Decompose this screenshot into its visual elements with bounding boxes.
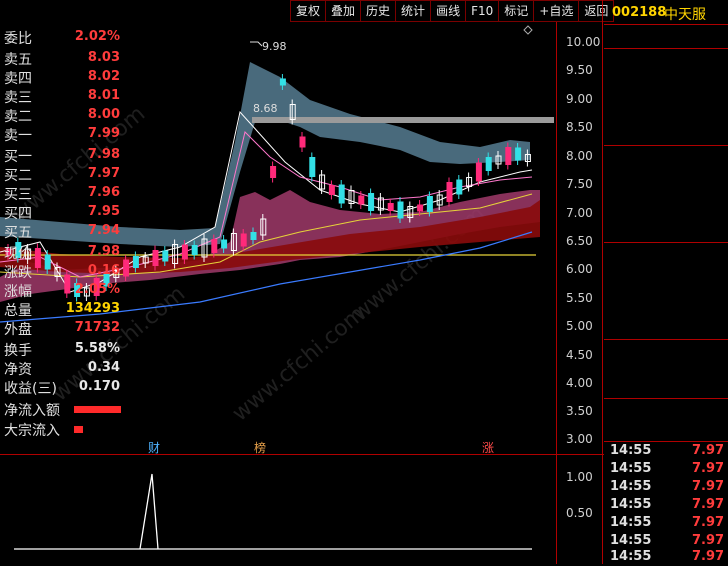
candle-body [328,185,335,195]
indicator-chart[interactable] [0,456,556,564]
right-panel-border [602,0,603,564]
indicator-axis-1: 1.00 [566,470,593,484]
event-marker-limit-up[interactable]: 涨 [482,439,494,456]
outer-volume: 71732 [74,320,120,335]
toolbar-overlay-button[interactable]: 叠加 [325,0,362,22]
candle-body [397,201,404,219]
candle-body [475,162,482,182]
block-inflow-bar [74,426,83,433]
candle-body [279,78,286,86]
event-marker-finance[interactable]: 财 [148,439,160,456]
candle-body [446,182,453,202]
ask-row[interactable]: 卖二 8.00 [0,106,124,125]
candle-body [309,157,316,177]
tick-row: 14:55 7.97 [610,549,725,564]
chart-toolbar: 复权 叠加 历史 统计 画线 F10 标记 +自选 返回 [290,0,615,22]
bid-row[interactable]: 买五 7.94 [0,222,124,241]
total-volume: 134293 [65,301,120,316]
candle-body [191,245,198,255]
stock-name: 中天服 [664,7,706,23]
candle-body [270,166,277,178]
toolbar-add-watchlist-button[interactable]: +自选 [533,0,580,22]
ask-row[interactable]: 卖四 8.02 [0,68,124,87]
candle-body [505,147,512,165]
toolbar-draw-line-button[interactable]: 画线 [430,0,467,22]
candle-body [426,196,433,212]
ask-row[interactable]: 卖三 8.01 [0,87,124,106]
ask-row[interactable]: 卖一 7.99 [0,125,124,144]
change-percent: 2.05% [74,282,120,297]
tick-row: 14:55 7.97 [610,479,725,494]
toolbar-history-button[interactable]: 历史 [360,0,397,22]
candle-body [211,239,218,253]
resistance-line [252,117,554,123]
level-annotation: 8.68 [253,102,278,115]
candle-body [152,250,159,266]
stock-code: 002188 [612,5,667,20]
bid-row[interactable]: 买一 7.98 [0,146,124,165]
diamond-icon[interactable] [523,25,533,35]
price-change: 0.16 [87,263,120,278]
candle-body [162,250,169,262]
net-inflow-label: 净流入额 [4,403,60,419]
net-inflow-bar [74,406,121,413]
candle-body [456,179,463,195]
tick-row: 14:55 7.97 [610,443,725,458]
indicator-axis-05: 0.50 [566,506,593,520]
bid-row[interactable]: 买二 7.97 [0,165,124,184]
toolbar-statistics-button[interactable]: 统计 [395,0,432,22]
event-marker-list[interactable]: 榜 [254,439,266,456]
candle-body [485,157,492,171]
candle-body [123,259,130,277]
toolbar-f10-button[interactable]: F10 [465,0,500,22]
toolbar-restore-rights-button[interactable]: 复权 [290,0,327,22]
candle-body [358,195,365,205]
candle-body [181,244,188,260]
tick-row: 14:55 7.97 [610,497,725,512]
tick-row: 14:55 7.97 [610,461,725,476]
weibi-row: 委比 2.02% [4,29,120,47]
candle-body [221,239,228,249]
candle-body [299,136,306,148]
toolbar-mark-button[interactable]: 标记 [498,0,535,22]
candle-body [515,147,522,161]
candle-body [417,204,424,212]
high-annotation: 9.98 [262,40,287,53]
candle-body [132,256,139,268]
tick-row: 14:55 7.97 [610,533,725,548]
candle-body [387,203,394,211]
bid-row[interactable]: 买三 7.96 [0,184,124,203]
toolbar-back-button[interactable]: 返回 [578,0,615,22]
candle-body [250,232,257,240]
block-inflow-label: 大宗流入 [4,423,60,439]
ask-row[interactable]: 卖五 8.03 [0,49,124,68]
candle-body [368,193,375,211]
tick-row: 14:55 7.97 [610,515,725,530]
bid-row[interactable]: 买四 7.95 [0,203,124,222]
axis-divider [556,22,557,564]
candle-body [240,233,247,247]
svg-text:www.cfchi.com: www.cfchi.com [228,301,370,426]
candle-body [338,184,345,204]
current-price: 7.98 [87,244,120,259]
